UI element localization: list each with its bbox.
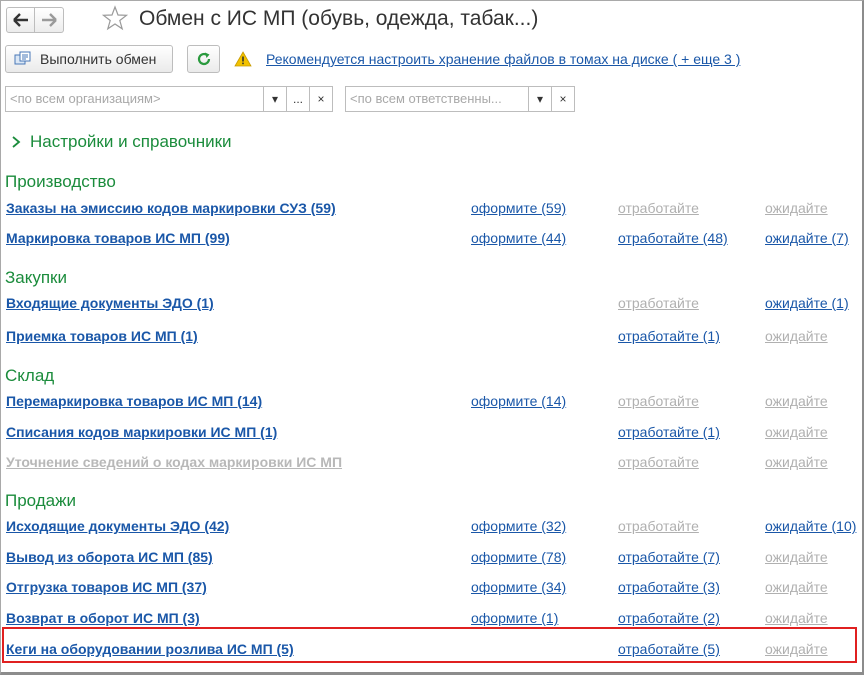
wait-link-emission-orders[interactable]: ожидайте xyxy=(765,200,828,216)
back-button[interactable] xyxy=(6,7,35,33)
section-title-production: Производство xyxy=(5,172,116,191)
execute-exchange-label: Выполнить обмен xyxy=(40,51,157,67)
wait-link-code-info-clarification[interactable]: ожидайте xyxy=(765,454,828,470)
issue-link-goods-marking[interactable]: оформите (44) xyxy=(471,230,566,246)
forward-arrow-icon xyxy=(42,13,57,27)
process-link-goods-acceptance[interactable]: отработайте (1) xyxy=(618,328,720,344)
row-link-code-info-clarification[interactable]: Уточнение сведений о кодах маркировки ИС… xyxy=(6,454,342,470)
process-link-emission-orders[interactable]: отработайте xyxy=(618,200,699,216)
process-link-goods-marking[interactable]: отработайте (48) xyxy=(618,230,728,246)
storage-warning-link[interactable]: Рекомендуется настроить хранение файлов … xyxy=(266,51,740,67)
row-link-withdrawal[interactable]: Вывод из оборота ИС МП (85) xyxy=(6,549,213,565)
row-link-goods-acceptance[interactable]: Приемка товаров ИС МП (1) xyxy=(6,328,198,344)
exchange-icon xyxy=(14,51,32,67)
responsible-filter[interactable]: <по всем ответственны... ▾ × xyxy=(345,86,575,112)
wait-link-remarking[interactable]: ожидайте xyxy=(765,393,828,409)
process-link-kegs-on-equipment[interactable]: отработайте (5) xyxy=(618,641,720,657)
wait-link-outgoing-edo[interactable]: ожидайте (10) xyxy=(765,518,856,534)
section-title-warehouse: Склад xyxy=(5,366,55,385)
organization-dropdown-button[interactable]: ▾ xyxy=(263,87,286,111)
title-bar: Обмен с ИС МП (обувь, одежда, табак...) xyxy=(0,0,864,40)
organization-filter[interactable]: <по всем организациям> ▾ ... × xyxy=(5,86,333,112)
responsible-filter-input[interactable]: <по всем ответственны... xyxy=(346,87,528,111)
refresh-button[interactable] xyxy=(187,45,220,73)
wait-link-code-writeoff[interactable]: ожидайте xyxy=(765,424,828,440)
row-link-outgoing-edo[interactable]: Исходящие документы ЭДО (42) xyxy=(6,518,229,534)
row-link-kegs-on-equipment[interactable]: Кеги на оборудовании розлива ИС МП (5) xyxy=(6,641,294,657)
wait-link-return-to-circulation[interactable]: ожидайте xyxy=(765,610,828,626)
row-link-return-to-circulation[interactable]: Возврат в оборот ИС МП (3) xyxy=(6,610,200,626)
section-title-sales: Продажи xyxy=(5,491,76,510)
issue-link-return-to-circulation[interactable]: оформите (1) xyxy=(471,610,558,626)
page-title: Обмен с ИС МП (обувь, одежда, табак...) xyxy=(139,7,539,30)
row-link-incoming-edo[interactable]: Входящие документы ЭДО (1) xyxy=(6,295,214,311)
forward-button[interactable] xyxy=(35,7,64,33)
process-link-outgoing-edo[interactable]: отработайте xyxy=(618,518,699,534)
wait-link-kegs-on-equipment[interactable]: ожидайте xyxy=(765,641,828,657)
wait-link-shipment[interactable]: ожидайте xyxy=(765,579,828,595)
row-link-remarking[interactable]: Перемаркировка товаров ИС МП (14) xyxy=(6,393,262,409)
wait-link-goods-acceptance[interactable]: ожидайте xyxy=(765,328,828,344)
process-link-withdrawal[interactable]: отработайте (7) xyxy=(618,549,720,565)
process-link-code-info-clarification[interactable]: отработайте xyxy=(618,454,699,470)
row-link-goods-marking[interactable]: Маркировка товаров ИС МП (99) xyxy=(6,230,230,246)
responsible-dropdown-button[interactable]: ▾ xyxy=(528,87,551,111)
issue-link-outgoing-edo[interactable]: оформите (32) xyxy=(471,518,566,534)
back-arrow-icon xyxy=(12,13,28,27)
process-link-remarking[interactable]: отработайте xyxy=(618,393,699,409)
warning-icon xyxy=(234,51,252,67)
chevron-right-icon xyxy=(12,136,21,148)
issue-link-shipment[interactable]: оформите (34) xyxy=(471,579,566,595)
process-link-shipment[interactable]: отработайте (3) xyxy=(618,579,720,595)
issue-link-withdrawal[interactable]: оформите (78) xyxy=(471,549,566,565)
issue-link-remarking[interactable]: оформите (14) xyxy=(471,393,566,409)
issue-link-emission-orders[interactable]: оформите (59) xyxy=(471,200,566,216)
organization-filter-input[interactable]: <по всем организациям> xyxy=(6,87,263,111)
wait-link-withdrawal[interactable]: ожидайте xyxy=(765,549,828,565)
row-link-shipment[interactable]: Отгрузка товаров ИС МП (37) xyxy=(6,579,207,595)
section-title-purchases: Закупки xyxy=(5,268,67,287)
settings-group-label: Настройки и справочники xyxy=(30,132,232,151)
settings-group-toggle[interactable]: Настройки и справочники xyxy=(10,132,232,152)
row-link-emission-orders[interactable]: Заказы на эмиссию кодов маркировки СУЗ (… xyxy=(6,200,336,216)
process-link-return-to-circulation[interactable]: отработайте (2) xyxy=(618,610,720,626)
refresh-icon xyxy=(197,52,210,66)
organization-select-button[interactable]: ... xyxy=(286,87,309,111)
process-link-code-writeoff[interactable]: отработайте (1) xyxy=(618,424,720,440)
wait-link-incoming-edo[interactable]: ожидайте (1) xyxy=(765,295,849,311)
execute-exchange-button[interactable]: Выполнить обмен xyxy=(5,45,173,73)
wait-link-goods-marking[interactable]: ожидайте (7) xyxy=(765,230,849,246)
row-link-code-writeoff[interactable]: Списания кодов маркировки ИС МП (1) xyxy=(6,424,277,440)
favorite-star-icon[interactable] xyxy=(102,5,128,31)
organization-clear-button[interactable]: × xyxy=(309,87,332,111)
process-link-incoming-edo[interactable]: отработайте xyxy=(618,295,699,311)
responsible-clear-button[interactable]: × xyxy=(551,87,574,111)
